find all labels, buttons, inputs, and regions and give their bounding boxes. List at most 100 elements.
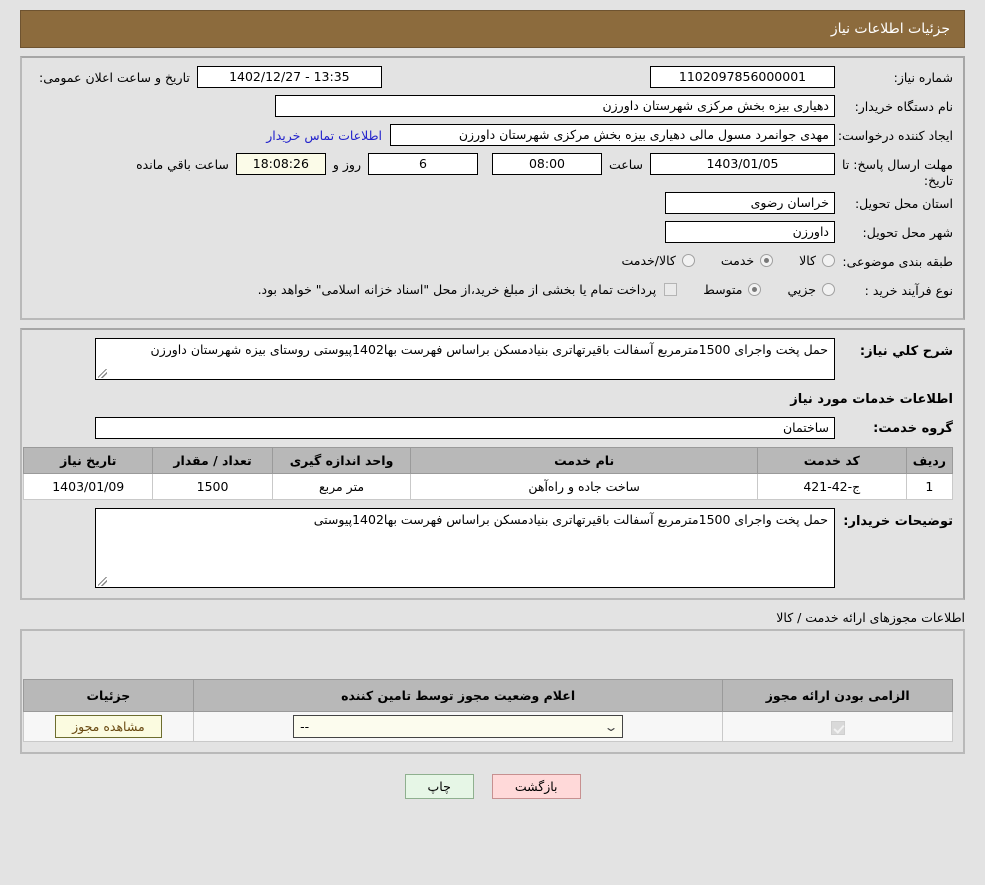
table-row: 1 ج-42-421 ساخت جاده و راه‌آهن متر مربع … xyxy=(22,473,954,501)
buyer-org-label: نام دستگاه خریدار: xyxy=(854,99,953,114)
row-city: شهر محل تحویل: داورزن xyxy=(32,221,953,246)
need-info-panel: شماره نیاز: 1102097856000001 13:35 - 140… xyxy=(20,56,965,321)
cell-permit-required xyxy=(722,711,953,743)
page-root: جزئیات اطلاعات نیاز شماره نیاز: 11020978… xyxy=(0,10,985,800)
back-button[interactable]: بازگشت xyxy=(491,774,581,800)
category-option-kala-khedmat-label: کالا/خدمت xyxy=(621,253,676,269)
cell-quantity: 1500 xyxy=(152,473,273,501)
cell-service-code: ج-42-421 xyxy=(756,473,907,501)
deadline-time-label: ساعت xyxy=(608,157,643,172)
radio-icon-kala[interactable] xyxy=(822,254,835,268)
buyer-notes-textarea[interactable]: حمل پخت واجرای 1500مترمربع آسفالت باقیرت… xyxy=(95,508,835,589)
print-button[interactable]: چاپ xyxy=(404,774,474,800)
page-title: جزئیات اطلاعات نیاز xyxy=(830,21,950,37)
permits-header-row: الزامی بودن ارائه مجوز اعلام وضعیت مجوز … xyxy=(23,679,953,713)
buyer-org-field[interactable]: دهیاری بیزه بخش مرکزی شهرستان داورزن xyxy=(275,95,835,117)
page-title-bar: جزئیات اطلاعات نیاز xyxy=(20,10,965,48)
th-need-date: تاریخ نیاز xyxy=(22,447,154,475)
footer-actions: بازگشت چاپ xyxy=(0,774,985,800)
th-permit-status: اعلام وضعیت مجوز توسط تامین کننده xyxy=(192,679,724,713)
category-label: طبقه بندی موضوعی: xyxy=(842,254,953,270)
row-process-type: نوع فرآیند خرید : جزیي متوسط پرداخت تمام… xyxy=(32,279,953,304)
view-permit-button[interactable]: مشاهده مجوز xyxy=(55,715,162,739)
radio-icon-kala-khedmat[interactable] xyxy=(681,254,695,268)
th-service-name: نام خدمت xyxy=(410,447,758,475)
cell-unit: متر مربع xyxy=(271,473,412,501)
cell-service-name: ساخت جاده و راه‌آهن xyxy=(410,473,758,501)
th-quantity: تعداد / مقدار xyxy=(152,447,273,475)
public-announce-label: تاریخ و ساعت اعلان عمومی: xyxy=(39,70,190,85)
buyer-notes-label: توضیحات خریدار: xyxy=(843,514,953,530)
category-option-kala[interactable]: کالا xyxy=(799,253,835,268)
row-buyer-notes: توضیحات خریدار: حمل پخت واجرای 1500مترمر… xyxy=(32,508,953,589)
deadline-time-field[interactable]: 08:00 xyxy=(491,153,602,175)
service-group-field[interactable]: ساختمان xyxy=(95,417,835,440)
th-row-index: ردیف xyxy=(905,447,954,475)
row-need-number: شماره نیاز: 1102097856000001 13:35 - 140… xyxy=(32,66,953,91)
th-permit-details: جزئیات xyxy=(23,679,194,713)
row-deadline: مهلت ارسال پاسخ: تا تاریخ: 1403/01/05 سا… xyxy=(32,153,953,188)
treasury-checkbox-icon[interactable] xyxy=(664,283,678,297)
cell-need-date: 1403/01/09 xyxy=(22,473,154,501)
remaining-days-label: روز و xyxy=(332,157,361,172)
service-group-label: گروه خدمت: xyxy=(873,420,953,436)
row-creator: ایجاد کننده درخواست: مهدی جوانمرد مسول م… xyxy=(32,124,953,149)
row-need-description: شرح کلي نیاز: حمل پخت واجرای 1500مترمربع… xyxy=(32,338,953,381)
radio-icon-khedmat[interactable] xyxy=(760,254,774,268)
table-header-row: ردیف کد خدمت نام خدمت واحد اندازه گیری ت… xyxy=(22,447,954,475)
permits-section-title: اطلاعات مجوزهای ارائه خدمت / کالا xyxy=(776,610,965,626)
row-category: طبقه بندی موضوعی: کالا خدمت کالا/خدمت xyxy=(32,250,953,275)
process-label: نوع فرآیند خرید : xyxy=(864,283,953,299)
category-option-kala-label: کالا xyxy=(799,253,816,269)
th-service-code: کد خدمت xyxy=(756,447,907,475)
services-table: ردیف کد خدمت نام خدمت واحد اندازه گیری ت… xyxy=(22,447,954,501)
permits-panel: الزامی بودن ارائه مجوز اعلام وضعیت مجوز … xyxy=(20,629,965,755)
process-radio-group: جزیي متوسط xyxy=(677,279,835,297)
creator-field[interactable]: مهدی جوانمرد مسول مالی دهیاری بیزه بخش م… xyxy=(390,124,835,146)
cell-permit-status: ⌄ -- xyxy=(192,711,724,743)
row-province: استان محل تحویل: خراسان رضوی xyxy=(32,192,953,217)
gap-label xyxy=(478,153,492,157)
radio-icon-motevasset[interactable] xyxy=(748,283,762,297)
countdown-timer-field: 18:08:26 xyxy=(235,153,326,175)
permits-table: الزامی بودن ارائه مجوز اعلام وضعیت مجوز … xyxy=(23,679,953,743)
radio-icon-jozyi[interactable] xyxy=(822,283,835,297)
process-option-motevasset-label: متوسط xyxy=(703,282,743,298)
th-permit-required: الزامی بودن ارائه مجوز xyxy=(722,679,953,713)
process-option-jozyi[interactable]: جزیي xyxy=(787,282,835,297)
permit-status-select[interactable]: ⌄ -- xyxy=(293,715,624,739)
process-option-jozyi-label: جزیي xyxy=(787,282,816,298)
permit-required-checkbox-icon xyxy=(830,720,845,735)
need-description-label: شرح کلي نیاز: xyxy=(859,344,953,360)
countdown-label: ساعت باقي مانده xyxy=(136,157,229,172)
public-announce-field[interactable]: 13:35 - 1402/12/27 xyxy=(196,66,382,88)
permits-row: ⌄ -- مشاهده مجوز xyxy=(23,711,953,743)
treasury-checkbox-label: پرداخت تمام یا بخشی از مبلغ خرید،از محل … xyxy=(257,282,657,298)
row-service-group: گروه خدمت: ساختمان xyxy=(32,417,953,440)
deadline-date-field[interactable]: 1403/01/05 xyxy=(650,153,835,175)
cell-permit-details: مشاهده مجوز xyxy=(23,711,194,743)
city-field[interactable]: داورزن xyxy=(665,221,835,244)
need-number-label: شماره نیاز: xyxy=(893,70,953,85)
province-label: استان محل تحویل: xyxy=(854,196,953,212)
creator-label: ایجاد کننده درخواست: xyxy=(837,128,953,143)
category-radio-group: کالا خدمت کالا/خدمت xyxy=(595,250,835,268)
buyer-contact-link[interactable]: اطلاعات تماس خریدار xyxy=(258,124,390,143)
need-description-panel: شرح کلي نیاز: حمل پخت واجرای 1500مترمربع… xyxy=(20,328,965,601)
treasury-checkbox-row[interactable]: پرداخت تمام یا بخشی از مبلغ خرید،از محل … xyxy=(258,279,678,297)
remaining-days-field: 6 xyxy=(367,153,478,175)
row-buyer-org: نام دستگاه خریدار: دهیاری بیزه بخش مرکزی… xyxy=(32,95,953,120)
city-label: شهر محل تحویل: xyxy=(862,225,953,241)
deadline-label: مهلت ارسال پاسخ: تا تاریخ: xyxy=(842,157,953,188)
permit-status-value: -- xyxy=(300,719,310,735)
need-description-textarea[interactable]: حمل پخت واجرای 1500مترمربع آسفالت باقیرت… xyxy=(95,338,835,381)
cell-row-index: 1 xyxy=(905,473,954,501)
th-unit: واحد اندازه گیری xyxy=(271,447,412,475)
category-option-khedmat[interactable]: خدمت xyxy=(720,253,774,269)
need-number-field[interactable]: 1102097856000001 xyxy=(650,66,835,88)
category-option-kala-khedmat[interactable]: کالا/خدمت xyxy=(621,253,695,269)
province-field[interactable]: خراسان رضوی xyxy=(665,192,835,215)
services-section-heading: اطلاعات خدمات مورد نیاز xyxy=(790,392,953,408)
process-option-motevasset[interactable]: متوسط xyxy=(703,282,762,298)
category-option-khedmat-label: خدمت xyxy=(720,253,755,269)
